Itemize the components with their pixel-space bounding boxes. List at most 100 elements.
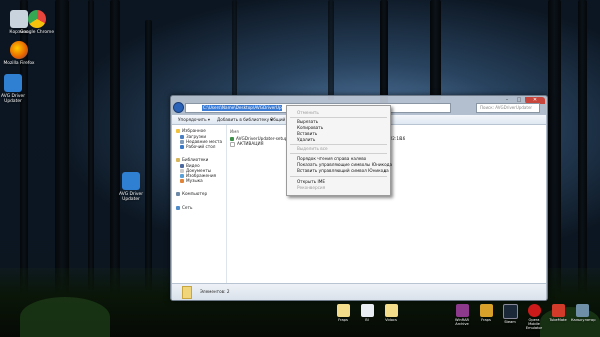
desktop-icon [180,145,184,149]
library-icon [176,158,180,162]
search-input[interactable]: Поиск: AVGDriverUpdater [476,103,540,113]
folder-icon [182,286,192,299]
menu-separator [290,117,387,118]
fern [20,297,110,337]
search-placeholder: Поиск: AVGDriverUpdater [480,105,533,110]
taskbar: Fraps Bl Vidocs WinRAR Archive Fraps Ste… [330,298,600,337]
avg-driver-icon [4,74,22,92]
navigation-pane: Избранное Загрузки Недавние места Рабочи… [172,125,227,283]
nav-label: Библиотеки [182,157,209,162]
taskbar-label: Fraps [338,318,348,322]
taskbar-item-vidocs[interactable]: Vidocs [380,304,402,322]
desktop-icon-firefox[interactable]: Mozilla Firefox [0,41,38,66]
taskbar-item-fraps-folder[interactable]: Fraps [332,304,354,322]
tree-trunk [110,0,120,300]
submenu-arrow-icon: ▸ [383,168,386,173]
taskbar-label: Fraps [481,318,491,322]
desktop-icon-avg-driver-updater[interactable]: AVG Driver Updater [0,74,32,104]
desktop-icon-label: Mozilla Firefox [3,61,35,66]
menu-item-reconversion[interactable]: Реконверсия [297,185,325,190]
tubemate-icon [551,304,565,317]
nav-label: Сеть [182,205,193,210]
taskbar-label: TubeMate [549,318,567,322]
menu-item-undo[interactable]: Отменить [297,110,319,115]
tree-trunk [88,0,94,290]
taskbar-item-tubemate[interactable]: TubeMate [547,304,569,322]
item-count: Элементов: 2 [200,289,230,294]
column-header-name[interactable]: Имя [230,129,239,134]
nav-label: Компьютер [182,191,208,196]
chrome-icon [28,10,46,28]
menu-separator [290,144,387,145]
folder-icon [384,304,398,317]
nav-label: Рабочий стол [186,144,216,149]
nav-desktop[interactable]: Рабочий стол [180,144,215,149]
add-to-library-button[interactable]: Добавить в библиотеку ▾ [217,115,273,124]
address-text: C:\Users\Name\Desktop\AVGDriverUpdater [203,105,293,110]
menu-separator [290,176,387,177]
taskbar-label: Калькулятор [571,318,596,322]
calculator-icon [575,304,589,317]
taskbar-item-bl[interactable]: Bl [356,304,378,322]
menu-item-cut[interactable]: Вырезать [297,119,318,124]
organize-button[interactable]: Упорядочить ▾ [178,115,210,124]
taskbar-label: Opera Mobile Emulator [525,318,543,330]
taskbar-item-winrar[interactable]: WinRAR Archive [451,304,473,326]
tree-trunk [328,0,334,100]
menu-item-copy[interactable]: Копировать [297,125,323,130]
nav-favorites[interactable]: Избранное [176,128,206,133]
nav-music[interactable]: Музыка [180,178,203,183]
winrar-icon [455,304,469,317]
file-name: АКТИВАЦИЯ [237,141,264,146]
nav-computer[interactable]: Компьютер [176,191,207,196]
back-button[interactable] [173,102,184,113]
tree-trunk [430,0,441,100]
taskbar-label: Steam [504,320,516,324]
desktop-icon-chrome[interactable]: Google Chrome [18,10,56,35]
network-icon [176,206,180,210]
context-menu: Отменить Вырезать Копировать Вставить Уд… [286,105,392,196]
firefox-icon [10,41,28,59]
tree-trunk [232,0,237,100]
taskbar-label: Bl [365,318,369,322]
file-row[interactable]: АКТИВАЦИЯ [230,141,264,147]
menu-item-delete[interactable]: Удалить [297,137,315,142]
taskbar-item-calculator[interactable]: Калькулятор [571,304,596,322]
folder-icon [336,304,350,317]
star-icon [176,129,180,133]
menu-item-open-ime[interactable]: Открыть IME [297,179,325,184]
desktop-background: Корзина Google Chrome Mozilla Firefox AV… [0,0,600,337]
menu-separator [290,153,387,154]
tree-trunk [578,0,587,300]
steam-icon [502,304,518,319]
tree-trunk [548,0,561,300]
menu-item-show-unicode[interactable]: Показать управляющие символы Юникода [297,162,392,167]
file-size: 16 [400,136,406,141]
desktop-icon-label: AVG Driver Updater [0,94,26,104]
taskbar-label: WinRAR Archive [454,318,470,326]
menu-item-paste[interactable]: Вставить [297,131,317,136]
desktop-icon-label: Google Chrome [19,30,55,35]
tree-trunk [55,0,69,305]
tree-trunk [145,20,152,290]
text-file-icon [230,141,235,147]
file-icon [360,304,374,317]
avg-driver-icon [122,172,140,190]
taskbar-label: Vidocs [385,318,397,322]
desktop-icon-avg-driver-updater-2[interactable]: AVG Driver Updater [112,172,150,202]
fraps-icon [479,304,493,317]
nav-label: Музыка [186,178,203,183]
music-icon [180,179,184,183]
taskbar-item-opera-emulator[interactable]: Opera Mobile Emulator [523,304,545,330]
menu-item-select-all[interactable]: Выделить все [297,146,328,151]
computer-icon [176,192,180,196]
menu-item-rtl[interactable]: Порядок чтения справа налево [297,156,366,161]
taskbar-item-fraps[interactable]: Fraps [475,304,497,322]
nav-label: Избранное [182,128,206,133]
nav-libraries[interactable]: Библиотеки [176,157,208,162]
desktop-icon-label: AVG Driver Updater [118,192,144,202]
menu-item-insert-unicode[interactable]: Вставить управляющий символ Юникода [297,168,389,173]
taskbar-item-steam[interactable]: Steam [499,304,521,324]
nav-network[interactable]: Сеть [176,205,192,210]
opera-icon [527,304,541,317]
